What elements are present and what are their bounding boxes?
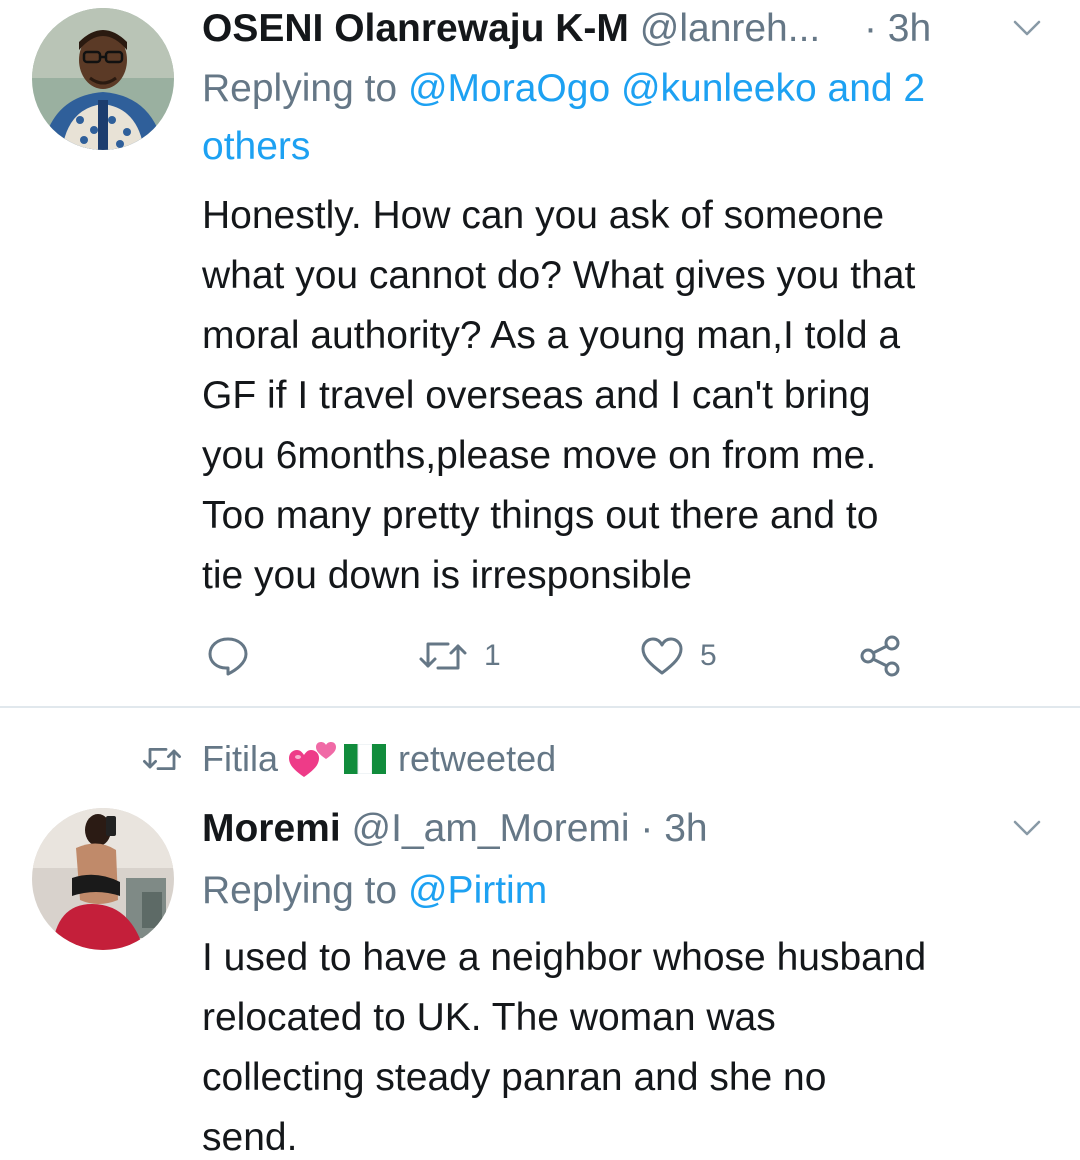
avatar-oseni[interactable] bbox=[32, 8, 174, 150]
tweet-text-line: tie you down is irresponsible bbox=[202, 554, 692, 597]
tweet-text-line: what you cannot do? What gives you that bbox=[202, 254, 916, 297]
tweet-text-line: I used to have a neighbor whose husband bbox=[202, 936, 927, 979]
user-handle[interactable]: @I_am_Moremi bbox=[352, 807, 630, 850]
timestamp[interactable]: 3h bbox=[664, 807, 707, 850]
tweet-text: I used to have a neighbor whose husband … bbox=[202, 928, 1052, 1160]
timestamp[interactable]: 3h bbox=[888, 7, 931, 50]
retweet-count: 1 bbox=[484, 639, 501, 672]
avatar-moremi-image bbox=[32, 808, 174, 950]
share-icon bbox=[860, 635, 900, 677]
two-hearts-emoji bbox=[289, 742, 337, 777]
replying-to-line: Replying to @Pirtim bbox=[202, 862, 1042, 920]
tweet-text-line: send. bbox=[202, 1116, 298, 1159]
retweet-icon bbox=[143, 748, 181, 770]
like-button[interactable]: 5 bbox=[640, 630, 717, 682]
avatar-oseni-image bbox=[32, 8, 174, 150]
tweet-text: Honestly. How can you ask of someone wha… bbox=[202, 186, 1052, 606]
tweet-text-line: GF if I travel overseas and I can't brin… bbox=[202, 374, 871, 417]
retweeter-name[interactable]: Fitila bbox=[202, 738, 278, 780]
tweet-header: OSENI Olanrewaju K-M @lanreh... · 3h bbox=[202, 4, 931, 54]
tweet-text-line: moral authority? As a young man,I told a bbox=[202, 314, 901, 357]
tweet-text-line: you 6months,please move on from me. bbox=[202, 434, 877, 477]
retweet-button[interactable]: 1 bbox=[418, 630, 501, 682]
retweeted-label: retweeted bbox=[398, 738, 557, 779]
like-count: 5 bbox=[700, 639, 717, 672]
separator-dot: · bbox=[640, 807, 654, 850]
replying-to-label: Replying to bbox=[202, 67, 398, 110]
like-icon bbox=[641, 637, 683, 675]
tweet-text-line: relocated to UK. The woman was bbox=[202, 996, 776, 1039]
reply-button[interactable] bbox=[206, 630, 250, 682]
display-name[interactable]: Moremi bbox=[202, 807, 341, 850]
replying-to-mentions[interactable]: @Pirtim bbox=[408, 869, 547, 912]
replying-to-label: Replying to bbox=[202, 869, 398, 912]
tweet-text-line: Honestly. How can you ask of someone bbox=[202, 194, 885, 237]
chevron-down-icon[interactable] bbox=[1012, 18, 1042, 38]
tweet-text-line: Too many pretty things out there and to bbox=[202, 494, 879, 537]
share-button[interactable] bbox=[858, 630, 902, 682]
replying-to-line: Replying to @MoraOgo @kunleeko and 2 oth… bbox=[202, 60, 1042, 176]
user-handle[interactable]: @lanreh... bbox=[640, 7, 821, 50]
tweet-text-line: collecting steady panran and she no bbox=[202, 1056, 827, 1099]
avatar-moremi[interactable] bbox=[32, 808, 174, 950]
chevron-down-icon[interactable] bbox=[1012, 818, 1042, 838]
reply-icon bbox=[208, 637, 248, 676]
separator-dot: · bbox=[863, 7, 877, 50]
retweeted-by-banner[interactable]: Fitila retweeted bbox=[140, 732, 556, 786]
tweet-actions: 1 5 bbox=[202, 630, 922, 682]
tweet-divider bbox=[0, 706, 1080, 708]
display-name[interactable]: OSENI Olanrewaju K-M bbox=[202, 7, 629, 50]
retweet-icon bbox=[419, 642, 467, 670]
nigeria-flag-emoji bbox=[344, 744, 387, 774]
tweet-header: Moremi @I_am_Moremi · 3h bbox=[202, 804, 708, 854]
